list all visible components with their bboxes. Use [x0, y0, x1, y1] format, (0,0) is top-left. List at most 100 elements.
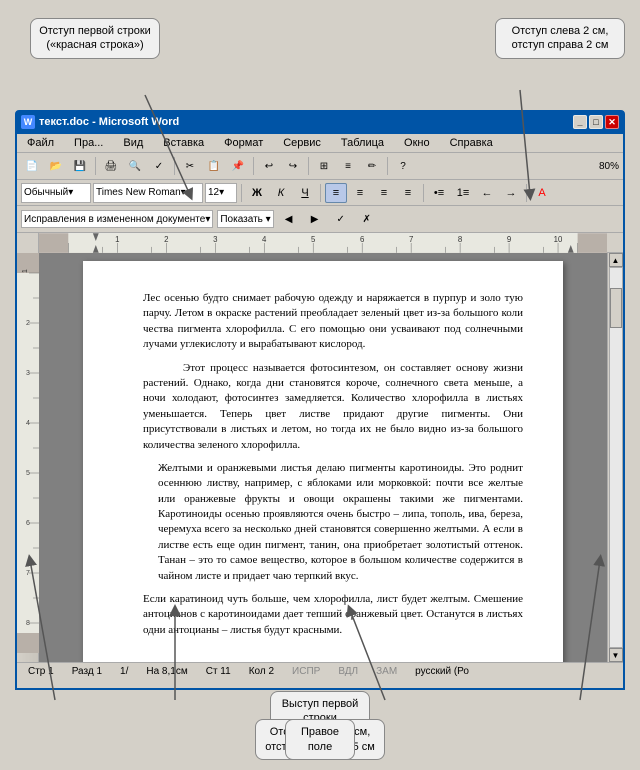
- window-title: текст.doc - Microsoft Word: [39, 116, 179, 128]
- paragraph-1: Лес осенью будто снимает рабочую одежду …: [143, 291, 523, 353]
- separator-4: [308, 157, 309, 175]
- reject-change-button[interactable]: ✗: [356, 208, 378, 230]
- fmt-sep-1: [241, 184, 242, 202]
- bottom-right-bubble: Правое поле: [285, 719, 355, 760]
- close-button[interactable]: ✕: [605, 115, 619, 129]
- title-bar: W текст.doc - Microsoft Word _ □ ✕: [17, 112, 623, 132]
- menu-bar: Файл Пра... Вид Вставка Формат Сервис Та…: [17, 134, 623, 153]
- copy-button[interactable]: 📋: [203, 155, 225, 177]
- fmt-sep-3: [423, 184, 424, 202]
- status-section: Разд 1: [67, 665, 107, 678]
- track-changes-bar: Исправления в измененном документе▾ Пока…: [17, 206, 623, 233]
- track-mode-selector[interactable]: Исправления в измененном документе▾: [21, 210, 213, 228]
- status-page-of: 1/: [115, 665, 133, 678]
- bold-button[interactable]: Ж: [246, 183, 268, 203]
- top-right-annotation: Отступ слева 2 см, отступ справа 2 см: [495, 18, 625, 59]
- menu-insert[interactable]: Вставка: [157, 136, 210, 150]
- menu-window[interactable]: Окно: [398, 136, 436, 150]
- scroll-down-button[interactable]: ▼: [609, 648, 623, 662]
- indent-less-button[interactable]: ←: [476, 183, 498, 203]
- svg-text:7: 7: [26, 570, 30, 577]
- status-page: Стр 1: [23, 665, 59, 678]
- svg-text:3: 3: [213, 235, 218, 244]
- font-selector[interactable]: Times New Roman▾: [93, 183, 203, 203]
- preview-button[interactable]: 🔍: [124, 155, 146, 177]
- draw-button[interactable]: ✏: [361, 155, 383, 177]
- status-zam: ЗАМ: [371, 665, 402, 678]
- svg-text:5: 5: [26, 470, 30, 477]
- fmt-sep-4: [526, 184, 527, 202]
- document-page: Лес осенью будто снимает рабочую одежду …: [83, 261, 563, 662]
- menu-format[interactable]: Формат: [218, 136, 269, 150]
- paste-button[interactable]: 📌: [227, 155, 249, 177]
- page-container: Лес осенью будто снимает рабочую одежду …: [39, 253, 607, 662]
- font-color-button[interactable]: A: [531, 183, 553, 203]
- italic-button[interactable]: К: [270, 183, 292, 203]
- menu-help[interactable]: Справка: [444, 136, 499, 150]
- ruler-scrollbar-placeholder: [607, 233, 623, 252]
- accept-change-button[interactable]: ✓: [330, 208, 352, 230]
- align-justify-button[interactable]: ≡: [397, 183, 419, 203]
- menu-tools[interactable]: Сервис: [277, 136, 327, 150]
- separator-5: [387, 157, 388, 175]
- numbering-button[interactable]: 1≡: [452, 183, 474, 203]
- paragraph-4: Если каратиноид чуть больше, чем хлорофи…: [143, 592, 523, 638]
- print-button[interactable]: 🖨: [100, 155, 122, 177]
- new-button[interactable]: 📄: [21, 155, 43, 177]
- indent-more-button[interactable]: →: [500, 183, 522, 203]
- redo-button[interactable]: ↪: [282, 155, 304, 177]
- help-button[interactable]: ?: [392, 155, 414, 177]
- vertical-scrollbar[interactable]: ▲ ▼: [607, 253, 623, 662]
- next-change-button[interactable]: ▶: [304, 208, 326, 230]
- svg-text:5: 5: [311, 235, 316, 244]
- menu-edit[interactable]: Пра...: [68, 136, 109, 150]
- separator-3: [253, 157, 254, 175]
- menu-file[interactable]: Файл: [21, 136, 60, 150]
- svg-text:4: 4: [262, 235, 267, 244]
- title-controls[interactable]: _ □ ✕: [573, 115, 619, 129]
- svg-text:3: 3: [26, 370, 30, 377]
- svg-text:9: 9: [507, 235, 511, 244]
- svg-text:4: 4: [26, 420, 30, 427]
- underline-button[interactable]: Ч: [294, 183, 316, 203]
- format-toolbar: Обычный▾ Times New Roman▾ 12▾ Ж К Ч ≡ ≡ …: [17, 180, 623, 206]
- font-size-selector[interactable]: 12▾: [205, 183, 237, 203]
- svg-text:2: 2: [164, 235, 168, 244]
- scroll-up-button[interactable]: ▲: [609, 253, 623, 267]
- svg-text:8: 8: [458, 235, 463, 244]
- status-lang: русский (Ро: [410, 665, 474, 678]
- document-area: 1 2 3 4 5 6 7 8 Лес осенью будто снимает…: [17, 253, 623, 662]
- prev-change-button[interactable]: ◀: [278, 208, 300, 230]
- undo-button[interactable]: ↩: [258, 155, 280, 177]
- fmt-sep-2: [320, 184, 321, 202]
- svg-text:7: 7: [409, 235, 413, 244]
- standard-toolbar: 📄 📂 💾 🖨 🔍 ✓ ✂ 📋 📌 ↩ ↪ ⊞ ≡ ✏ ? 80%: [17, 153, 623, 180]
- show-markup-button[interactable]: Показать ▾: [217, 210, 273, 228]
- scroll-thumb[interactable]: [610, 288, 622, 328]
- status-col-num: Кол 2: [244, 665, 279, 678]
- word-icon: W: [21, 115, 35, 129]
- minimize-button[interactable]: _: [573, 115, 587, 129]
- style-selector[interactable]: Обычный▾: [21, 183, 91, 203]
- columns-button[interactable]: ≡: [337, 155, 359, 177]
- menu-table[interactable]: Таблица: [335, 136, 390, 150]
- status-ispr: ИСПР: [287, 665, 325, 678]
- menu-view[interactable]: Вид: [117, 136, 149, 150]
- insert-table-button[interactable]: ⊞: [313, 155, 335, 177]
- align-right-button[interactable]: ≡: [373, 183, 395, 203]
- status-bar: Стр 1 Разд 1 1/ На 8,1см Ст 11 Кол 2 ИСП…: [17, 662, 623, 680]
- open-button[interactable]: 📂: [45, 155, 67, 177]
- align-center-button[interactable]: ≡: [349, 183, 371, 203]
- separator-1: [95, 157, 96, 175]
- maximize-button[interactable]: □: [589, 115, 603, 129]
- align-left-button[interactable]: ≡: [325, 183, 347, 203]
- ruler-corner: [17, 233, 39, 253]
- paragraph-2: Этот процесс называется фотосинтезом, он…: [143, 361, 523, 453]
- save-button[interactable]: 💾: [69, 155, 91, 177]
- cut-button[interactable]: ✂: [179, 155, 201, 177]
- spell-button[interactable]: ✓: [148, 155, 170, 177]
- status-column: Ст 11: [201, 665, 236, 678]
- scroll-track[interactable]: [609, 267, 623, 648]
- vertical-ruler: 1 2 3 4 5 6 7 8: [17, 253, 39, 662]
- bullets-button[interactable]: •≡: [428, 183, 450, 203]
